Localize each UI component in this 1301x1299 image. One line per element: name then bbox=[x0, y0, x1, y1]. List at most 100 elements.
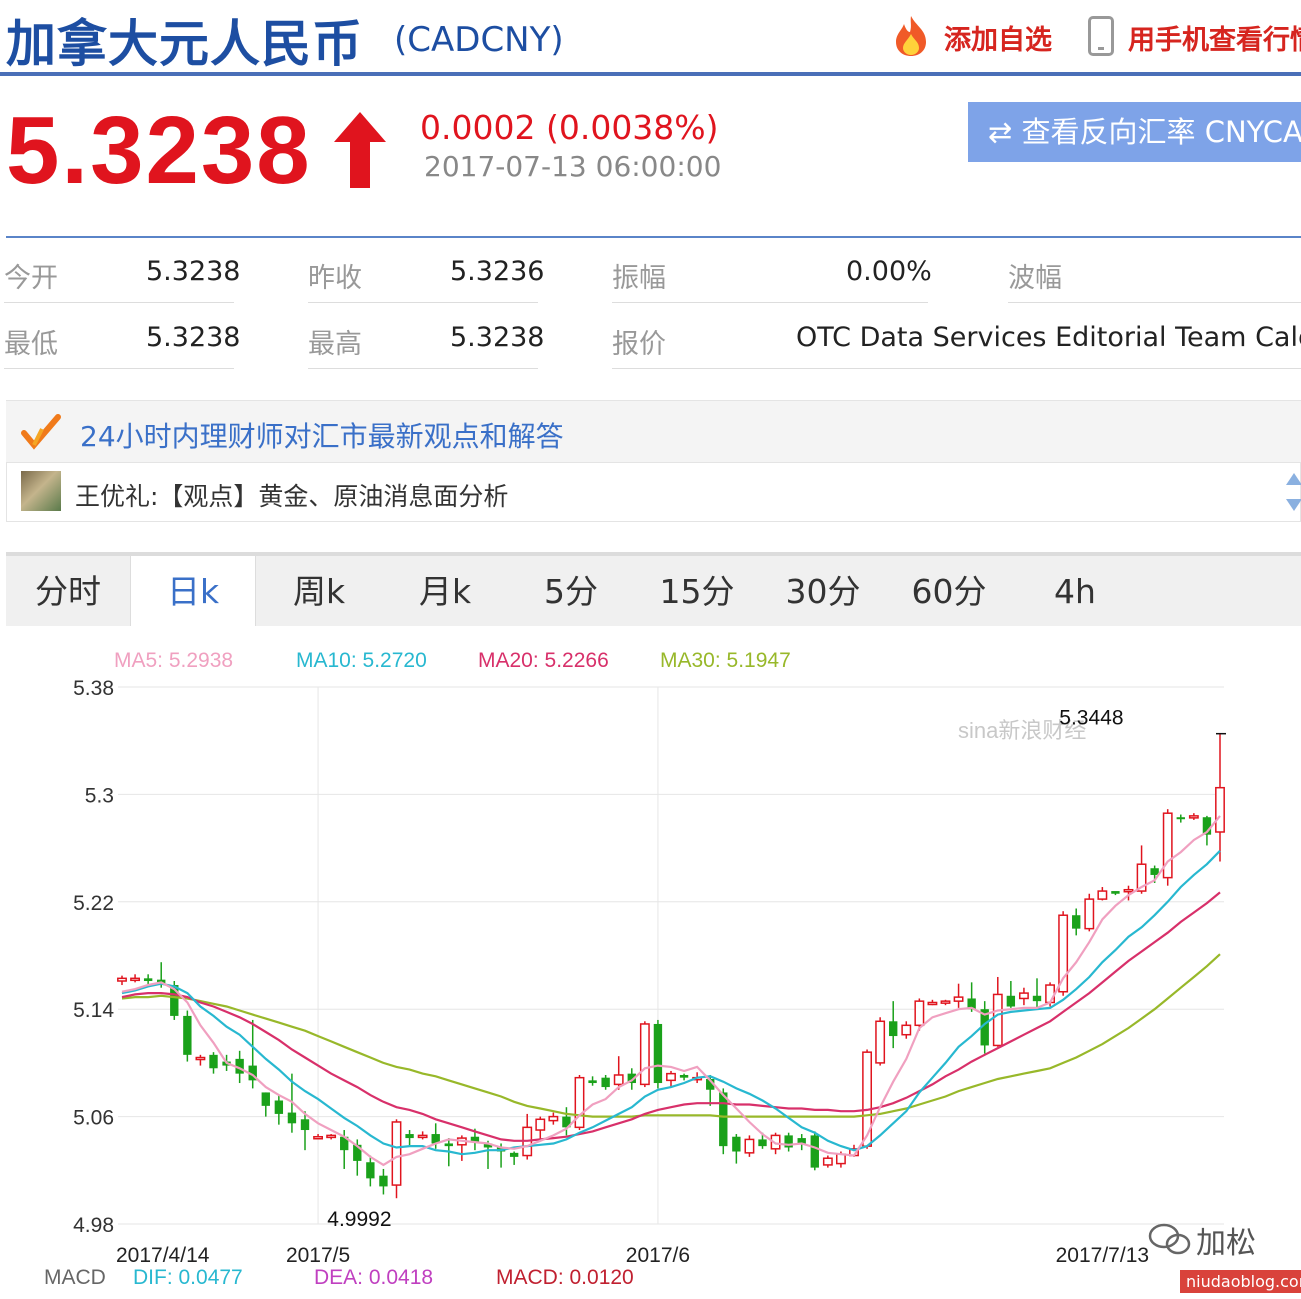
candle-body-up bbox=[992, 993, 1003, 1047]
divider bbox=[308, 368, 538, 369]
candle-body-down bbox=[1176, 817, 1185, 820]
x-tick-label: 2017/4/14 bbox=[116, 1244, 210, 1267]
candle-body-up bbox=[417, 1134, 428, 1139]
candle-body-up bbox=[822, 1157, 833, 1166]
candle-body-down bbox=[143, 978, 153, 982]
high-label: 最高 bbox=[308, 329, 362, 360]
wechat-icon bbox=[1148, 1223, 1191, 1255]
candle-body-up bbox=[548, 1115, 559, 1122]
tab-60min[interactable]: 60分 bbox=[886, 556, 1012, 626]
candle-body-up bbox=[927, 1001, 938, 1006]
candle-body-up bbox=[391, 1121, 402, 1186]
macd-value: MACD: 0.0120 bbox=[496, 1266, 634, 1289]
tab-30min[interactable]: 30分 bbox=[760, 556, 886, 626]
scroll-updown-icon[interactable] bbox=[1285, 471, 1301, 513]
legend-ma10: MA10: 5.2720 bbox=[296, 649, 427, 672]
candle-body-up bbox=[1215, 786, 1225, 833]
advisor-item-text[interactable]: 王优礼:【观点】黄金、原油消息面分析 bbox=[75, 477, 508, 513]
add-watchlist-button[interactable]: 添加自选 bbox=[944, 18, 1052, 57]
candle-body-up bbox=[666, 1072, 676, 1082]
candle-body-up bbox=[914, 1000, 925, 1027]
advisor-title[interactable]: 24小时内理财师对汇市最新观点和解答 bbox=[80, 415, 564, 455]
prev-close-value: 5.3236 bbox=[450, 256, 545, 287]
candle-body-up bbox=[195, 1056, 206, 1061]
ma5-line bbox=[121, 815, 1221, 1167]
avatar bbox=[21, 471, 61, 511]
divider bbox=[1008, 302, 1301, 303]
open-label: 今开 bbox=[4, 263, 58, 294]
footer-watermark: 加松 bbox=[1196, 1226, 1256, 1261]
low-label: 最低 bbox=[4, 329, 58, 360]
candle-body-up bbox=[313, 1135, 324, 1140]
fire-icon[interactable] bbox=[890, 14, 932, 58]
macd-dea: DEA: 0.0418 bbox=[314, 1266, 433, 1289]
quote-source-label: 报价 bbox=[612, 329, 666, 360]
candle-body-up bbox=[875, 1020, 886, 1064]
candle-body-up bbox=[1045, 984, 1056, 1004]
ma10-line bbox=[121, 850, 1221, 1156]
tab-15min[interactable]: 15分 bbox=[634, 556, 760, 626]
candle-body-up bbox=[953, 996, 964, 1002]
candle-body-down bbox=[379, 1175, 388, 1187]
candle-body-up bbox=[1018, 992, 1029, 1000]
candle-body-down bbox=[1150, 868, 1159, 875]
x-tick-label: 2017/7/13 bbox=[1056, 1244, 1149, 1267]
reverse-rate-button[interactable]: ⇄ 查看反向汇率 CNYCAD bbox=[968, 102, 1301, 162]
tab-daily-k[interactable]: 日k bbox=[130, 556, 256, 626]
divider bbox=[4, 302, 234, 303]
tab-monthly-k[interactable]: 月k bbox=[382, 556, 508, 626]
candle-body-down bbox=[889, 1021, 898, 1037]
y-tick-label: 5.22 bbox=[73, 892, 114, 915]
candle-body-down bbox=[601, 1077, 610, 1088]
candle-body-up bbox=[1162, 812, 1173, 879]
candlestick-chart[interactable]: MA5: 5.2938 MA10: 5.2720 MA20: 5.2266 MA30:… bbox=[0, 630, 1301, 1299]
candle-body-down bbox=[732, 1136, 741, 1152]
legend-ma20: MA20: 5.2266 bbox=[478, 649, 609, 672]
candle-body-down bbox=[810, 1135, 819, 1168]
current-price: 5.3238 bbox=[6, 97, 312, 204]
candle-body-down bbox=[1006, 995, 1016, 1007]
extreme-label: 4.9992 bbox=[327, 1208, 391, 1231]
candle-body-down bbox=[1111, 891, 1120, 894]
candle-body-down bbox=[588, 1080, 597, 1084]
candle-body-down bbox=[758, 1139, 767, 1147]
x-tick-label: 2017/5 bbox=[286, 1244, 350, 1267]
open-value: 5.3238 bbox=[146, 256, 241, 287]
prev-close-label: 昨收 bbox=[308, 263, 362, 294]
trend-check-icon bbox=[21, 414, 61, 450]
divider bbox=[308, 302, 538, 303]
price-change: 0.0002 (0.0038%) bbox=[420, 108, 719, 147]
candle-body-up bbox=[613, 1074, 624, 1086]
tab-5min[interactable]: 5分 bbox=[508, 556, 634, 626]
candle-body-down bbox=[261, 1092, 270, 1106]
candle-body-up bbox=[639, 1023, 650, 1086]
wave-label: 波幅 bbox=[1008, 263, 1062, 294]
currency-code: (CADCNY) bbox=[394, 20, 564, 60]
candle-body-up bbox=[940, 1000, 951, 1004]
x-tick-label: 2017/6 bbox=[626, 1244, 690, 1267]
quote-source-value: OTC Data Services Editorial Team Calcula… bbox=[796, 322, 1301, 353]
candle-body-up bbox=[1123, 888, 1134, 893]
candle-body-down bbox=[1032, 995, 1042, 1002]
tab-4h[interactable]: 4h bbox=[1012, 556, 1138, 626]
tab-intraday[interactable]: 分时 bbox=[6, 556, 130, 626]
candle-body-up bbox=[574, 1076, 585, 1129]
candle-body-down bbox=[405, 1134, 414, 1139]
candle-body-down bbox=[444, 1143, 453, 1147]
divider bbox=[4, 368, 234, 369]
candle-body-down bbox=[300, 1119, 310, 1131]
mobile-view-button[interactable]: 用手机查看行情 bbox=[1128, 18, 1301, 57]
legend-ma5: MA5: 5.2938 bbox=[114, 649, 233, 672]
candle-body-down bbox=[209, 1054, 218, 1069]
macd-label: MACD bbox=[44, 1266, 106, 1289]
tab-weekly-k[interactable]: 周k bbox=[256, 556, 382, 626]
phone-icon[interactable] bbox=[1088, 16, 1114, 56]
candle-body-down bbox=[183, 1015, 192, 1055]
candle-body-up bbox=[117, 977, 127, 982]
divider bbox=[612, 302, 928, 303]
ma20-line bbox=[121, 891, 1221, 1142]
advisor-item[interactable]: 王优礼:【观点】黄金、原油消息面分析 bbox=[6, 462, 1301, 522]
legend-ma30: MA30: 5.1947 bbox=[660, 649, 791, 672]
blog-watermark: niudaoblog.com bbox=[1180, 1270, 1301, 1293]
high-value: 5.3238 bbox=[450, 322, 545, 353]
